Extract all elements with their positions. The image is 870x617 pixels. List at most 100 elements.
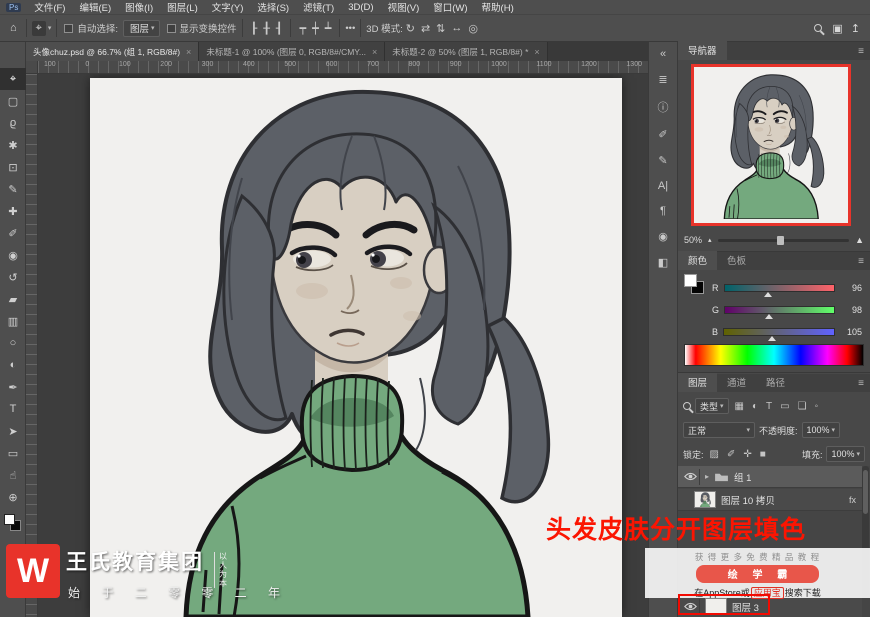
- brush-presets-panel-icon[interactable]: ✎: [658, 154, 667, 167]
- filter-pixel-layers-icon[interactable]: ▦: [733, 401, 746, 412]
- move-tool-preset-icon[interactable]: ⌖: [32, 21, 46, 36]
- menu-view[interactable]: 视图(V): [381, 0, 427, 14]
- layer-name[interactable]: 组 1: [734, 470, 751, 484]
- doc-tab-3[interactable]: 未标题-2 @ 50% (图层 1, RGB/8#) * ×: [385, 42, 547, 61]
- blue-slider-thumb[interactable]: [768, 336, 776, 341]
- menu-3d[interactable]: 3D(D): [341, 2, 380, 13]
- menu-filter[interactable]: 滤镜(T): [296, 0, 341, 14]
- history-brush-tool[interactable]: ↺: [0, 266, 26, 288]
- healing-brush-tool[interactable]: ✚: [0, 200, 26, 222]
- group-disclosure-arrow[interactable]: ▸: [705, 472, 709, 481]
- pen-tool[interactable]: ✒: [0, 376, 26, 398]
- panel-menu-icon[interactable]: ≡: [858, 46, 864, 57]
- fill-dropdown[interactable]: 100% ▾: [826, 446, 865, 462]
- shape-tool[interactable]: ▭: [0, 442, 26, 464]
- dodge-tool[interactable]: ◐: [0, 354, 26, 376]
- zoom-value[interactable]: 50%: [684, 235, 702, 245]
- rect-marquee-tool[interactable]: ▢: [0, 90, 26, 112]
- filter-toggle-icon[interactable]: ◦: [813, 401, 821, 412]
- layer-row-group1[interactable]: ▸ 组 1: [678, 466, 862, 488]
- tab-swatches[interactable]: 色板: [717, 251, 756, 270]
- auto-select-checkbox[interactable]: [64, 24, 73, 33]
- filter-adjustment-layers-icon[interactable]: ◐: [750, 401, 760, 412]
- doc-tab-1[interactable]: 头像chuz.psd @ 66.7% (组 1, RGB/8#) ×: [26, 42, 199, 61]
- menu-help[interactable]: 帮助(H): [475, 0, 521, 14]
- menu-file[interactable]: 文件(F): [27, 0, 72, 14]
- foreground-color-swatch[interactable]: [684, 274, 697, 287]
- 3d-rotate-icon[interactable]: ↻: [403, 22, 418, 35]
- auto-select-dropdown[interactable]: 图层 ▾: [123, 20, 160, 37]
- crop-tool[interactable]: ⊡: [0, 156, 26, 178]
- align-left-icon[interactable]: ┠: [248, 22, 261, 35]
- tool-preset-caret-icon[interactable]: ▾: [48, 24, 52, 32]
- artboard[interactable]: [90, 78, 622, 617]
- panel-menu-icon[interactable]: ≡: [858, 256, 864, 267]
- workspace-icon[interactable]: ▣: [828, 22, 846, 35]
- zoom-slider[interactable]: [718, 239, 850, 242]
- 3d-scale-icon[interactable]: ◎: [465, 22, 481, 35]
- opacity-dropdown[interactable]: 100% ▾: [802, 422, 841, 438]
- layer-thumbnail[interactable]: [694, 491, 716, 508]
- lock-pixels-icon[interactable]: ✐: [725, 449, 737, 460]
- paragraph-panel-icon[interactable]: ¶: [660, 205, 666, 217]
- green-value[interactable]: 98: [840, 305, 862, 315]
- layer-row-copy10[interactable]: 图层 10 拷贝 fx: [678, 489, 862, 511]
- zoom-slider-handle[interactable]: [777, 236, 784, 245]
- zoom-in-icon[interactable]: ▲: [855, 235, 864, 245]
- share-icon[interactable]: ↥: [847, 22, 864, 35]
- brush-settings-panel-icon[interactable]: ✐: [658, 128, 667, 141]
- 3d-roll-icon[interactable]: ⇄: [418, 22, 433, 35]
- tab-paths[interactable]: 路径: [756, 373, 795, 392]
- lock-position-icon[interactable]: ✛: [741, 449, 753, 460]
- info-panel-icon[interactable]: ⓘ: [658, 99, 669, 115]
- green-slider[interactable]: [724, 306, 835, 314]
- blue-slider[interactable]: [723, 328, 835, 336]
- filter-shape-layers-icon[interactable]: ▭: [778, 401, 791, 412]
- close-icon[interactable]: ×: [186, 47, 191, 57]
- doc-tab-2[interactable]: 未标题-1 @ 100% (图层 0, RGB/8#/CMY... ×: [199, 42, 385, 61]
- filter-type-layers-icon[interactable]: T: [764, 401, 774, 412]
- layer-effects-badge[interactable]: fx: [849, 495, 858, 505]
- vertical-ruler[interactable]: [26, 74, 38, 617]
- filter-smart-objects-icon[interactable]: ❏: [796, 401, 809, 412]
- blue-value[interactable]: 105: [840, 327, 862, 337]
- close-icon[interactable]: ×: [372, 47, 377, 57]
- close-icon[interactable]: ×: [534, 47, 539, 57]
- path-selection-tool[interactable]: ➤: [0, 420, 26, 442]
- more-options-icon[interactable]: •••: [345, 23, 355, 34]
- zoom-tool[interactable]: ⊕: [0, 486, 26, 508]
- clone-source-panel-icon[interactable]: ◉: [658, 230, 668, 243]
- blend-mode-dropdown[interactable]: 正常 ▾: [683, 422, 755, 438]
- type-tool[interactable]: T: [0, 398, 26, 420]
- foreground-background-swatches[interactable]: [0, 512, 26, 538]
- eraser-tool[interactable]: ▰: [0, 288, 26, 310]
- zoom-out-icon[interactable]: ▴: [708, 236, 712, 244]
- filter-type-dropdown[interactable]: 类型 ▾: [695, 398, 729, 414]
- libraries-panel-icon[interactable]: ◧: [658, 256, 668, 269]
- menu-type[interactable]: 文字(Y): [205, 0, 251, 14]
- collapse-panels-icon[interactable]: «: [660, 48, 666, 60]
- align-center-icon[interactable]: ╂: [260, 22, 273, 35]
- menu-select[interactable]: 选择(S): [250, 0, 296, 14]
- lasso-tool[interactable]: ϱ: [0, 112, 26, 134]
- character-panel-icon[interactable]: A|: [658, 180, 668, 192]
- tab-channels[interactable]: 通道: [717, 373, 756, 392]
- lock-transparent-icon[interactable]: ▨: [708, 449, 721, 460]
- blur-tool[interactable]: ○: [0, 332, 26, 354]
- tab-layers[interactable]: 图层: [678, 373, 717, 392]
- search-icon[interactable]: [814, 24, 822, 32]
- home-icon[interactable]: ⌂: [6, 22, 21, 34]
- properties-panel-icon[interactable]: ≣: [658, 73, 667, 86]
- tab-color[interactable]: 颜色: [678, 251, 717, 270]
- align-right-icon[interactable]: ┨: [273, 22, 286, 35]
- gradient-tool[interactable]: ▥: [0, 310, 26, 332]
- tab-navigator[interactable]: 导航器: [678, 41, 727, 60]
- move-tool[interactable]: ⌖: [0, 68, 26, 90]
- menu-image[interactable]: 图像(I): [118, 0, 160, 14]
- visibility-eye-icon[interactable]: [682, 469, 700, 485]
- menu-layer[interactable]: 图层(L): [160, 0, 205, 14]
- clone-stamp-tool[interactable]: ◉: [0, 244, 26, 266]
- align-bottom-icon[interactable]: ┷: [322, 22, 335, 35]
- 3d-drag-icon[interactable]: ⇅: [433, 22, 448, 35]
- eyedropper-tool[interactable]: ✎: [0, 178, 26, 200]
